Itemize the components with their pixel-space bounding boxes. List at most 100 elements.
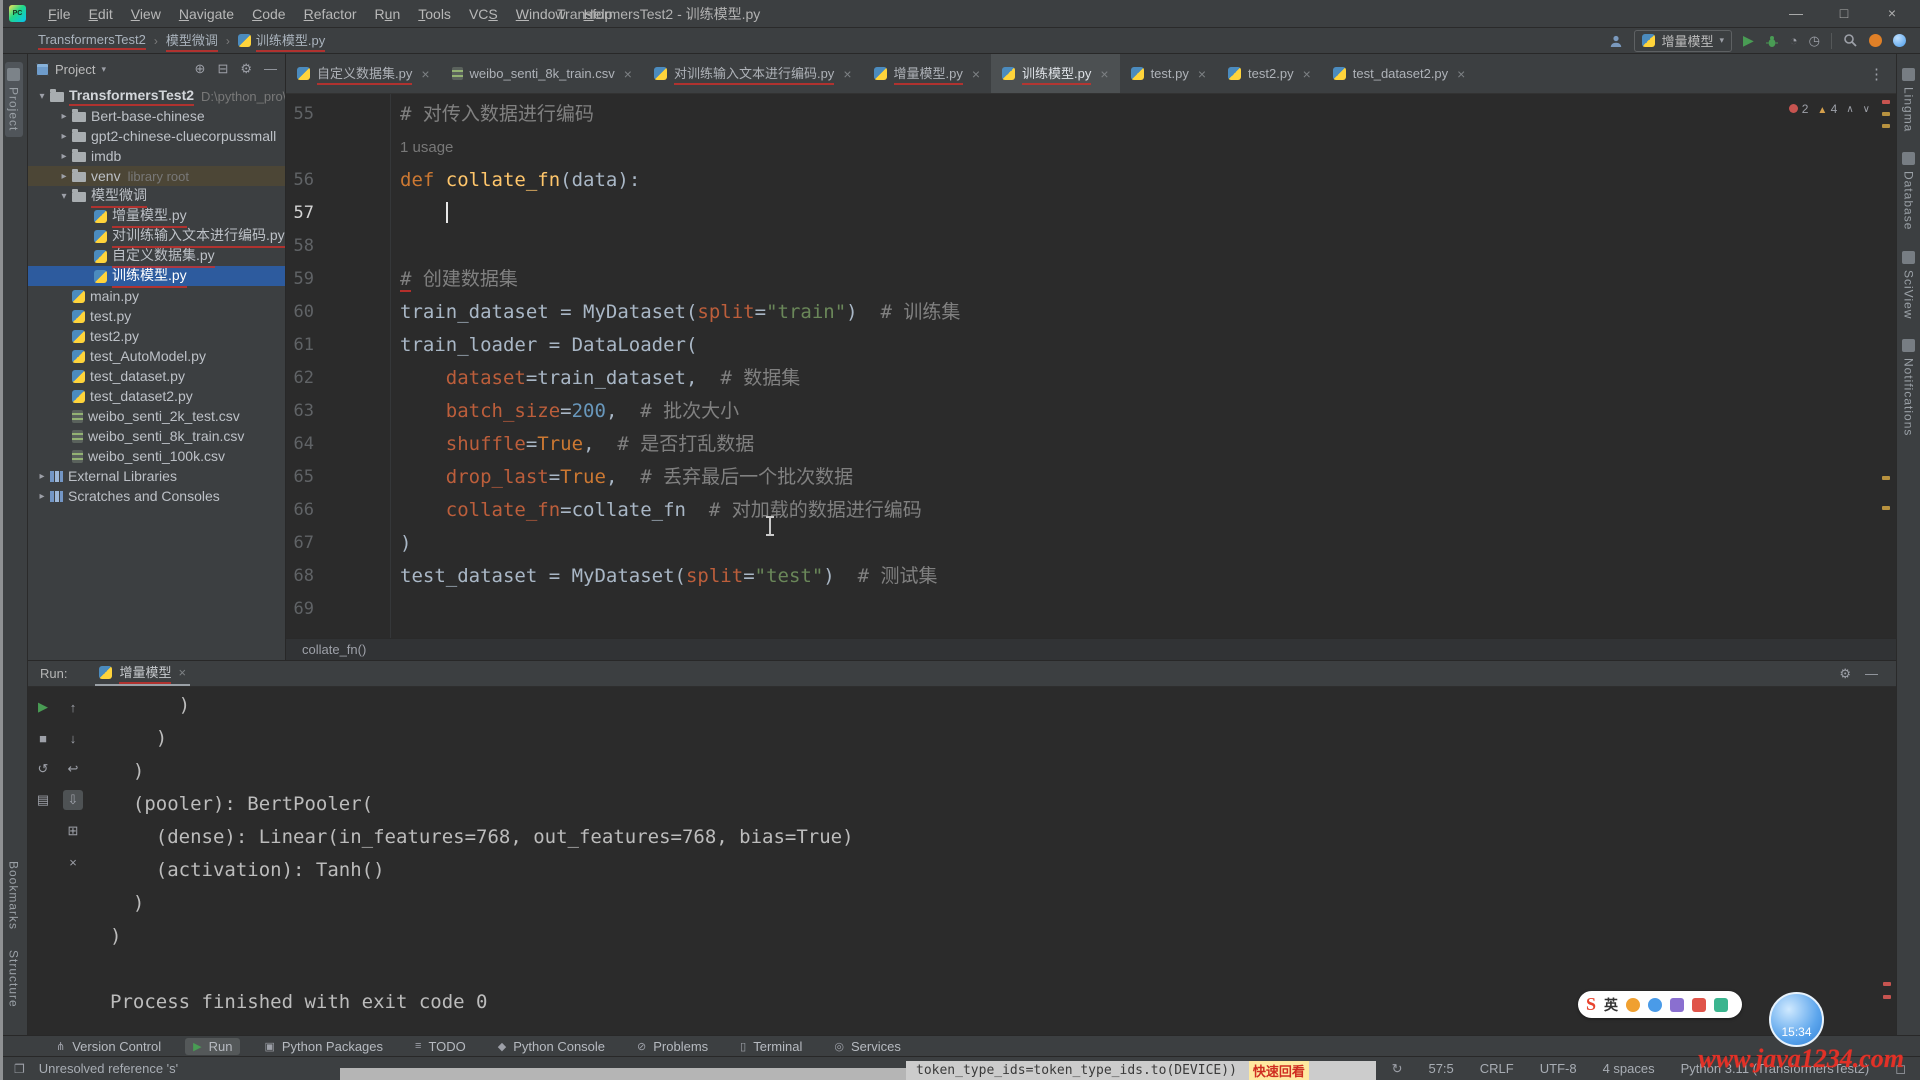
ime-mode[interactable]: 英: [1604, 995, 1618, 1015]
clear-icon[interactable]: ×: [63, 852, 83, 872]
tool-window-button-todo[interactable]: ≡TODO: [407, 1038, 474, 1055]
editor-tab[interactable]: 自定义数据集.py×: [286, 54, 441, 93]
tree-item[interactable]: ▸gpt2-chinese-cluecorpussmall: [28, 126, 285, 146]
tree-item[interactable]: test_dataset2.py: [28, 386, 285, 406]
minimize-button[interactable]: —: [1772, 0, 1820, 28]
print-icon[interactable]: ⊞: [63, 821, 83, 841]
menu-tools[interactable]: Tools: [409, 3, 460, 25]
close-icon[interactable]: ×: [421, 66, 429, 82]
menu-view[interactable]: View: [122, 3, 170, 25]
hide-panel-icon[interactable]: —: [264, 61, 277, 77]
tree-item[interactable]: 自定义数据集.py: [28, 246, 285, 266]
tree-item[interactable]: test.py: [28, 306, 285, 326]
menu-file[interactable]: File: [39, 3, 80, 25]
tool-window-button-python-console[interactable]: ◆Python Console: [490, 1038, 613, 1055]
tree-item[interactable]: ▾模型微调: [28, 186, 285, 206]
editor-tab[interactable]: weibo_senti_8k_train.csv×: [441, 54, 643, 93]
stripe-tab-structure[interactable]: Structure: [7, 950, 21, 1008]
tree-item[interactable]: ▸Bert-base-chinese: [28, 106, 285, 126]
editor-tab[interactable]: 训练模型.py×: [991, 54, 1120, 93]
tool-window-button-problems[interactable]: ⊘Problems: [629, 1038, 716, 1055]
close-icon[interactable]: ×: [624, 66, 632, 82]
code-editor[interactable]: 55# 对传入数据进行编码1 usage56def collate_fn(dat…: [286, 94, 1896, 638]
line-ending[interactable]: CRLF: [1480, 1061, 1514, 1076]
breadcrumb-item[interactable]: TransformersTest2: [38, 32, 146, 50]
ime-toolbar[interactable]: S 英: [1578, 991, 1742, 1018]
close-icon[interactable]: ×: [1457, 66, 1465, 82]
menu-refactor[interactable]: Refactor: [295, 3, 366, 25]
menu-vcs[interactable]: VCS: [460, 3, 507, 25]
locate-icon[interactable]: ⊕: [195, 61, 206, 77]
tree-item[interactable]: ▸Scratches and Consoles: [28, 486, 285, 506]
indent-style[interactable]: 4 spaces: [1603, 1061, 1655, 1076]
tool-window-button-run[interactable]: ▶Run: [185, 1038, 240, 1055]
context-breadcrumb[interactable]: collate_fn(): [286, 638, 1896, 660]
close-icon[interactable]: ×: [843, 66, 851, 82]
tab-list-icon[interactable]: ⋮: [1857, 54, 1896, 93]
run-button[interactable]: ▶: [1743, 32, 1754, 49]
up-stack-icon[interactable]: ↑: [63, 697, 83, 717]
tree-item[interactable]: test_dataset.py: [28, 366, 285, 386]
run-config-selector[interactable]: 增量模型 ▾: [1634, 30, 1732, 52]
tool-window-button-services[interactable]: ◎Services: [826, 1038, 908, 1055]
share-icon[interactable]: [1609, 34, 1623, 48]
stripe-tab-database[interactable]: Database: [1902, 152, 1916, 230]
stop-icon[interactable]: ■: [33, 728, 53, 748]
background-tasks-icon[interactable]: ↻: [1392, 1061, 1403, 1077]
breadcrumb-item[interactable]: 训练模型.py: [238, 30, 325, 52]
debug-button[interactable]: [1765, 34, 1779, 48]
tree-item[interactable]: ▾TransformersTest2D:\python_pro\: [28, 86, 285, 106]
coverage-icon[interactable]: ◔: [1790, 33, 1798, 48]
smiley-icon[interactable]: [1626, 998, 1640, 1012]
run-tab[interactable]: 增量模型 ×: [95, 661, 190, 686]
soft-wrap-icon[interactable]: ↩: [63, 759, 83, 779]
collapse-all-icon[interactable]: ⊟: [217, 61, 228, 77]
toolbox-icon[interactable]: [1692, 998, 1706, 1012]
tree-item[interactable]: 增量模型.py: [28, 206, 285, 226]
tool-window-button-python-packages[interactable]: ▣Python Packages: [256, 1038, 391, 1055]
tree-item[interactable]: ▸External Libraries: [28, 466, 285, 486]
error-stripe[interactable]: [1882, 94, 1892, 638]
file-encoding[interactable]: UTF-8: [1540, 1061, 1577, 1076]
tree-item[interactable]: main.py: [28, 286, 285, 306]
down-stack-icon[interactable]: ↓: [63, 728, 83, 748]
editor-tab[interactable]: test.py×: [1120, 54, 1217, 93]
console-output[interactable]: ) ) ) (pooler): BertPooler( (dense): Lin…: [88, 687, 1896, 1035]
close-icon[interactable]: ×: [1100, 66, 1108, 82]
tree-item[interactable]: weibo_senti_8k_train.csv: [28, 426, 285, 446]
project-panel-title[interactable]: Project ▾: [36, 62, 106, 77]
inspections-widget[interactable]: 2 ▲ 4 ∧ ∨: [1789, 102, 1870, 116]
tree-item[interactable]: test2.py: [28, 326, 285, 346]
gear-icon[interactable]: ⚙: [240, 61, 252, 77]
close-icon[interactable]: ×: [972, 66, 980, 82]
stripe-tab-project[interactable]: Project: [5, 62, 23, 137]
tree-item[interactable]: weibo_senti_100k.csv: [28, 446, 285, 466]
editor-tab[interactable]: 对训练输入文本进行编码.py×: [643, 54, 863, 93]
tree-item[interactable]: ▸venvlibrary root: [28, 166, 285, 186]
floating-clock-bubble[interactable]: 15:34: [1769, 992, 1824, 1047]
caret-position[interactable]: 57:5: [1428, 1061, 1453, 1076]
editor-tab[interactable]: test_dataset2.py×: [1322, 54, 1477, 93]
next-problem-icon[interactable]: ∨: [1863, 104, 1870, 115]
gear-icon[interactable]: ⚙: [1839, 666, 1851, 682]
menu-run[interactable]: Run: [366, 3, 410, 25]
stripe-tab-lingma[interactable]: Lingma: [1902, 68, 1916, 132]
stripe-tab-notifications[interactable]: Notifications: [1902, 339, 1916, 436]
menu-edit[interactable]: Edit: [80, 3, 122, 25]
tool-window-button-version-control[interactable]: ⋔Version Control: [48, 1038, 169, 1055]
scroll-end-icon[interactable]: ⇩: [63, 790, 83, 810]
keyboard-icon[interactable]: [1670, 998, 1684, 1012]
pin-icon[interactable]: ▤: [33, 790, 53, 810]
stripe-tab-sciview[interactable]: SciView: [1902, 251, 1916, 319]
close-icon[interactable]: ×: [1303, 66, 1311, 82]
grid-icon[interactable]: [1714, 998, 1728, 1012]
prev-problem-icon[interactable]: ∧: [1846, 104, 1853, 115]
menu-navigate[interactable]: Navigate: [170, 3, 243, 25]
blue-dot-icon[interactable]: [1893, 34, 1906, 47]
tool-window-button-terminal[interactable]: ▯Terminal: [732, 1038, 810, 1055]
close-button[interactable]: ×: [1868, 0, 1916, 28]
tree-item[interactable]: weibo_senti_2k_test.csv: [28, 406, 285, 426]
tree-item[interactable]: 对训练输入文本进行编码.py: [28, 226, 285, 246]
breadcrumb-item[interactable]: 模型微调: [166, 30, 218, 52]
rerun-icon[interactable]: ▶: [33, 697, 53, 717]
